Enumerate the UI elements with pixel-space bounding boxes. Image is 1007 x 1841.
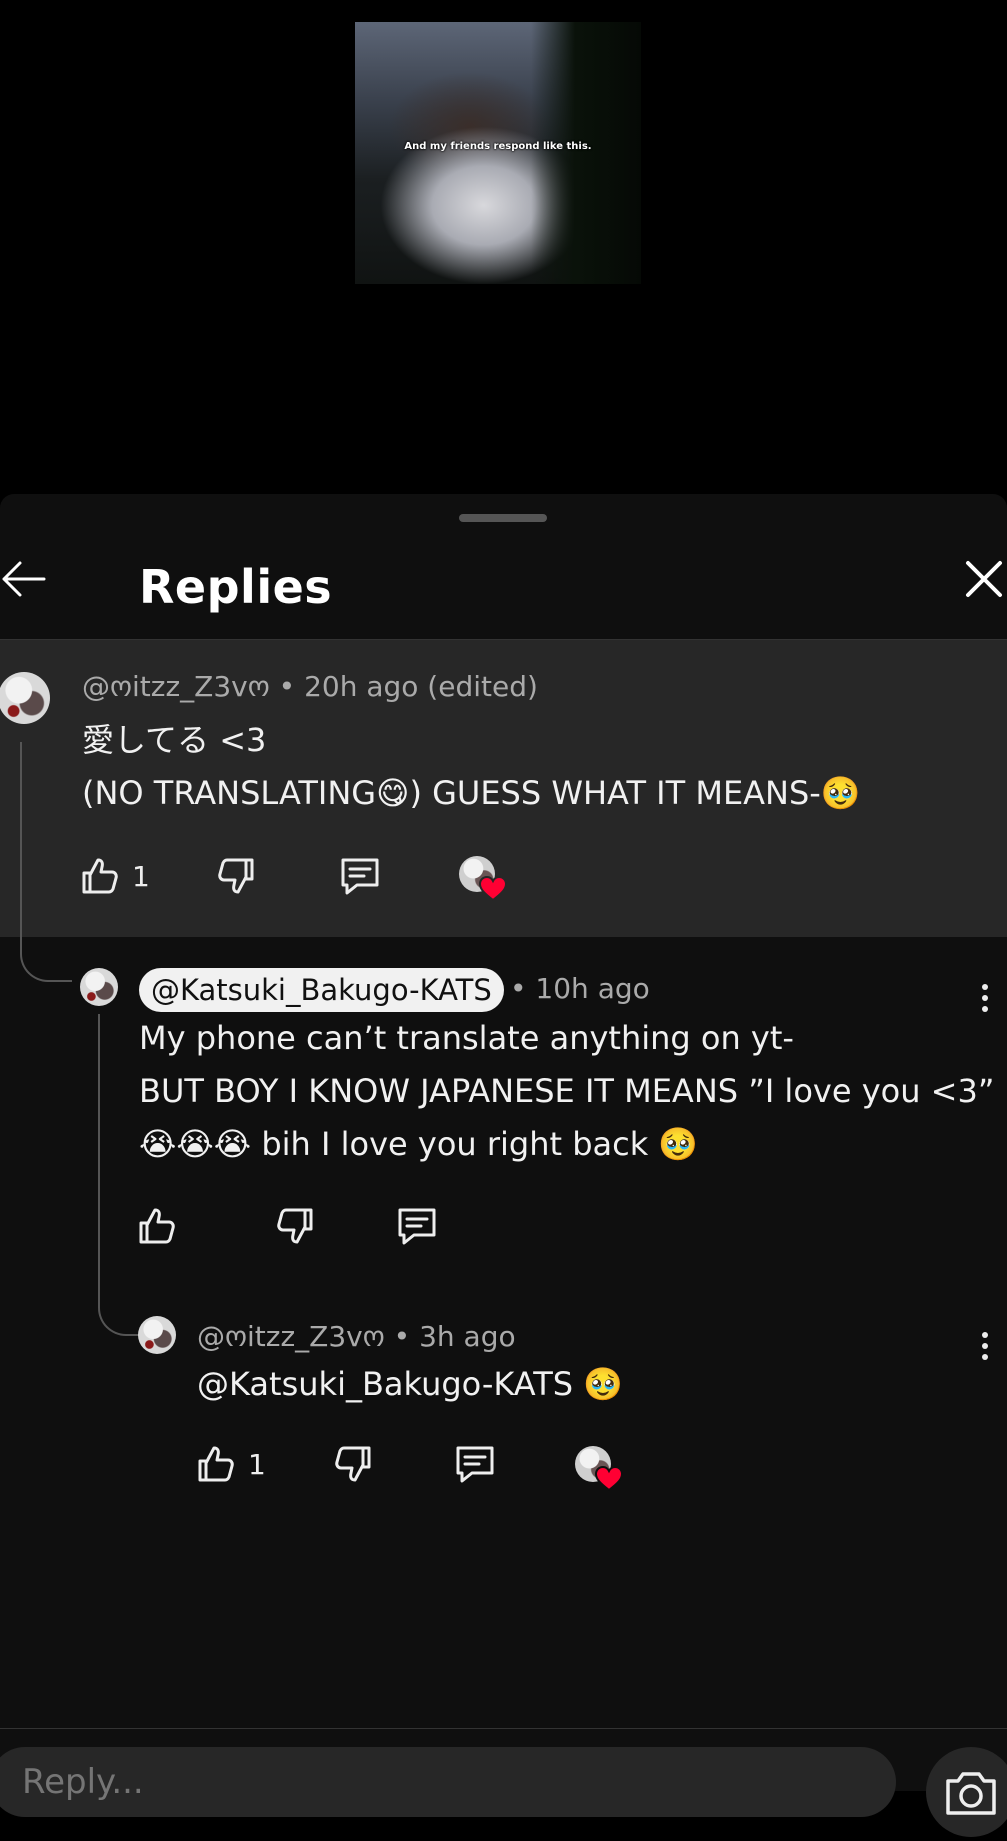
like-count: 1 — [248, 1447, 266, 1481]
video-caption: And my friends respond like this. — [404, 141, 592, 152]
back-button[interactable] — [0, 554, 50, 604]
camera-button[interactable] — [926, 1747, 1007, 1837]
dislike-button[interactable] — [216, 856, 256, 896]
reply-icon — [341, 858, 379, 895]
avatar[interactable] — [0, 672, 50, 724]
comment-meta: @ოitzz_Z3vო • 20h ago (edited) — [82, 670, 538, 703]
highlighted-author-chip[interactable]: @Katsuki_Bakugo-KATS — [139, 968, 504, 1012]
replies-sheet: Replies @ოitzz_Z3vო • 20h ago (edited) 愛… — [0, 494, 1007, 1790]
comment-menu-button[interactable] — [975, 1327, 995, 1367]
comment-meta: @ოitzz_Z3vო • 3h ago — [197, 1320, 516, 1353]
comment-author[interactable]: @ოitzz_Z3vო — [197, 1320, 385, 1353]
reply-icon — [398, 1208, 436, 1245]
reply-button[interactable] — [396, 1206, 438, 1246]
thumbs-down-icon — [218, 858, 254, 894]
like-button[interactable]: 1 — [80, 856, 150, 896]
like-button[interactable]: 1 — [196, 1444, 266, 1484]
close-icon — [966, 561, 1002, 597]
heart-icon — [595, 1466, 623, 1492]
comment-time: • 20h ago (edited) — [278, 670, 538, 703]
comment-author[interactable]: @ოitzz_Z3vო — [82, 670, 270, 703]
heart-icon — [479, 876, 507, 902]
like-button[interactable] — [137, 1206, 177, 1246]
comment-time: • 3h ago — [393, 1320, 516, 1353]
dislike-button[interactable] — [333, 1444, 373, 1484]
comment-text-line: BUT BOY I KNOW JAPANESE IT MEANS ”I love… — [139, 1072, 995, 1110]
camera-icon — [946, 1772, 996, 1815]
thread-line — [20, 742, 22, 892]
replies-header: Replies — [0, 534, 1007, 634]
thumbnail-background — [531, 22, 641, 284]
video-player[interactable]: And my friends respond like this. — [0, 0, 1007, 494]
more-vert-icon — [982, 1332, 988, 1338]
thumbs-up-icon — [139, 1208, 175, 1244]
more-vert-icon — [982, 984, 988, 990]
thumbs-up-icon — [82, 858, 118, 894]
drag-handle[interactable] — [459, 514, 547, 522]
back-arrow-icon — [2, 561, 46, 597]
creator-heart-badge[interactable] — [575, 1446, 623, 1492]
like-count: 1 — [132, 859, 150, 893]
reply-bar — [0, 1728, 1007, 1837]
reply-button[interactable] — [454, 1444, 496, 1484]
comment-menu-button[interactable] — [975, 979, 995, 1019]
dislike-button[interactable] — [275, 1206, 315, 1246]
close-button[interactable] — [962, 554, 1006, 604]
reply-icon — [456, 1446, 494, 1483]
thread-connector — [20, 890, 72, 982]
comment-time: • 10h ago — [510, 972, 650, 1005]
comment-text-line: My phone can’t translate anything on yt- — [139, 1019, 794, 1057]
reply-input[interactable] — [0, 1747, 896, 1817]
comment-text-line: 愛してる <3 — [82, 721, 267, 759]
more-vert-icon — [982, 995, 988, 1001]
avatar[interactable] — [138, 1316, 176, 1354]
comment-text-line: (NO TRANSLATING😋) GUESS WHAT IT MEANS-🥹 — [82, 774, 861, 812]
thumbs-down-icon — [277, 1208, 313, 1244]
thumbs-up-icon — [198, 1446, 234, 1482]
page-title: Replies — [139, 560, 333, 614]
comment-text-line: @Katsuki_Bakugo-KATS 🥹 — [197, 1365, 624, 1403]
parent-comment: @ოitzz_Z3vო • 20h ago (edited) 愛してる <3 (… — [0, 640, 1007, 937]
avatar[interactable] — [80, 968, 118, 1006]
thumbs-down-icon — [335, 1446, 371, 1482]
more-vert-icon — [982, 1343, 988, 1349]
thread-connector — [98, 1250, 140, 1336]
video-thumbnail[interactable]: And my friends respond like this. — [355, 22, 641, 284]
more-vert-icon — [982, 1354, 988, 1360]
comment-text-line: 😭😭😭 bih I love you right back 🥹 — [139, 1125, 699, 1163]
creator-heart-badge[interactable] — [459, 856, 507, 902]
more-vert-icon — [982, 1006, 988, 1012]
reply-button[interactable] — [339, 856, 381, 896]
thread-line — [98, 1014, 100, 1254]
